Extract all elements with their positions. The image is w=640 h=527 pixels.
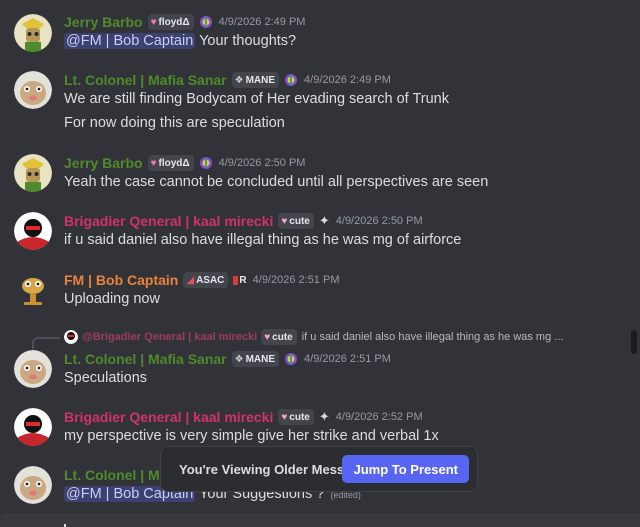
avatar xyxy=(64,330,78,344)
username[interactable]: Lt. Colonel | Mafia Sanar xyxy=(64,351,227,367)
username[interactable]: Jerry Barbo xyxy=(64,155,143,171)
timestamp: 4/9/2026 2:49 PM xyxy=(218,16,306,28)
message-text: Uploading now xyxy=(64,291,160,307)
heart-icon: ♥ xyxy=(150,157,157,169)
message-text: Yeah the case cannot be concluded until … xyxy=(64,174,489,190)
avatar[interactable] xyxy=(14,14,52,52)
avatar[interactable] xyxy=(14,154,52,192)
timestamp: 4/9/2026 2:50 PM xyxy=(335,215,423,227)
message-content: @FM | Bob Captain Your thoughts? xyxy=(64,33,296,49)
sparkle-icon[interactable]: ✦ xyxy=(319,409,330,425)
server-tag-label: floydΔ xyxy=(158,157,190,169)
ticket-icon: ◢ xyxy=(186,274,195,286)
message-text: For now doing this are speculation xyxy=(64,115,285,131)
timestamp: 4/9/2026 2:52 PM xyxy=(335,411,423,423)
heart-icon: ♥ xyxy=(281,411,288,423)
avatar[interactable] xyxy=(14,212,52,250)
server-tag-label: cute xyxy=(289,411,310,423)
username[interactable]: Brigadier Qeneral | kaal mirecki xyxy=(64,409,273,425)
avatar[interactable] xyxy=(14,408,52,446)
avatar[interactable] xyxy=(14,271,52,309)
server-tag-label: ASAC xyxy=(196,274,225,286)
flag-badge[interactable]: R xyxy=(233,273,247,287)
server-tag: ♥ cute xyxy=(261,329,297,345)
timestamp: 4/9/2026 2:50 PM xyxy=(218,157,306,169)
scrollbar-thumb[interactable] xyxy=(631,330,637,354)
server-tag-label: MANE xyxy=(245,74,276,86)
reply-connector xyxy=(32,337,60,349)
avatar[interactable] xyxy=(14,71,52,109)
server-tag-label: floydΔ xyxy=(158,16,190,28)
server-tag[interactable]: ♥ cute xyxy=(278,213,314,229)
server-tag[interactable]: ♥ cute xyxy=(278,409,314,425)
diamond-icon: ❖ xyxy=(234,74,244,86)
role-badge-icon[interactable] xyxy=(284,73,298,87)
heart-icon: ♥ xyxy=(281,215,288,227)
message-text: Speculations xyxy=(64,370,148,386)
message-text: Your thoughts? xyxy=(199,33,297,49)
server-tag[interactable]: ♥ floydΔ xyxy=(147,155,194,171)
diamond-icon: ❖ xyxy=(234,353,244,365)
heart-icon: ♥ xyxy=(150,16,157,28)
flag-icon xyxy=(233,275,239,285)
message-input[interactable] xyxy=(0,513,640,527)
reply-text: if u said daniel also have illegal thing… xyxy=(301,331,564,343)
server-tag[interactable]: ❖ MANE xyxy=(231,351,280,367)
server-tag-label: cute xyxy=(272,331,293,343)
server-tag-label: cute xyxy=(289,215,310,227)
role-badge-icon[interactable] xyxy=(199,156,213,170)
message-list: Jerry Barbo ♥ floydΔ 4/9/2026 2:49 PM @FM… xyxy=(0,0,640,513)
older-messages-bar: You're Viewing Older Messages Jump To Pr… xyxy=(160,446,478,492)
flag-badge-label: R xyxy=(239,274,247,286)
role-badge-icon[interactable] xyxy=(284,352,298,366)
username[interactable]: Lt. Colonel | Ma xyxy=(64,467,167,483)
timestamp: 4/9/2026 2:49 PM xyxy=(304,74,391,86)
timestamp: 4/9/2026 2:51 PM xyxy=(252,274,340,286)
server-tag[interactable]: ❖ MANE xyxy=(231,72,280,88)
server-tag-label: MANE xyxy=(245,353,276,365)
jump-to-present-button[interactable]: Jump To Present xyxy=(342,455,469,483)
role-badge-icon[interactable] xyxy=(199,15,213,29)
server-tag[interactable]: ◢ ASAC xyxy=(183,272,229,288)
message-text: my perspective is very simple give her s… xyxy=(64,428,439,444)
reply-author[interactable]: @Brigadier Qeneral | kaal mirecki xyxy=(82,331,257,343)
username[interactable]: Jerry Barbo xyxy=(64,14,143,30)
sparkle-icon[interactable]: ✦ xyxy=(319,213,330,229)
avatar[interactable] xyxy=(14,466,52,504)
user-mention[interactable]: @FM | Bob Captain xyxy=(64,33,196,49)
server-tag[interactable]: ♥ floydΔ xyxy=(147,14,194,30)
message-text: We are still finding Bodycam of Her evad… xyxy=(64,91,449,107)
heart-icon: ♥ xyxy=(264,331,271,343)
message-text: if u said daniel also have illegal thing… xyxy=(64,232,462,248)
username[interactable]: Brigadier Qeneral | kaal mirecki xyxy=(64,213,273,229)
reply-preview[interactable]: @Brigadier Qeneral | kaal mirecki ♥ cute … xyxy=(64,329,563,345)
username[interactable]: Lt. Colonel | Mafia Sanar xyxy=(64,72,227,88)
timestamp: 4/9/2026 2:51 PM xyxy=(304,353,391,365)
username[interactable]: FM | Bob Captain xyxy=(64,272,178,288)
avatar[interactable] xyxy=(14,350,52,388)
